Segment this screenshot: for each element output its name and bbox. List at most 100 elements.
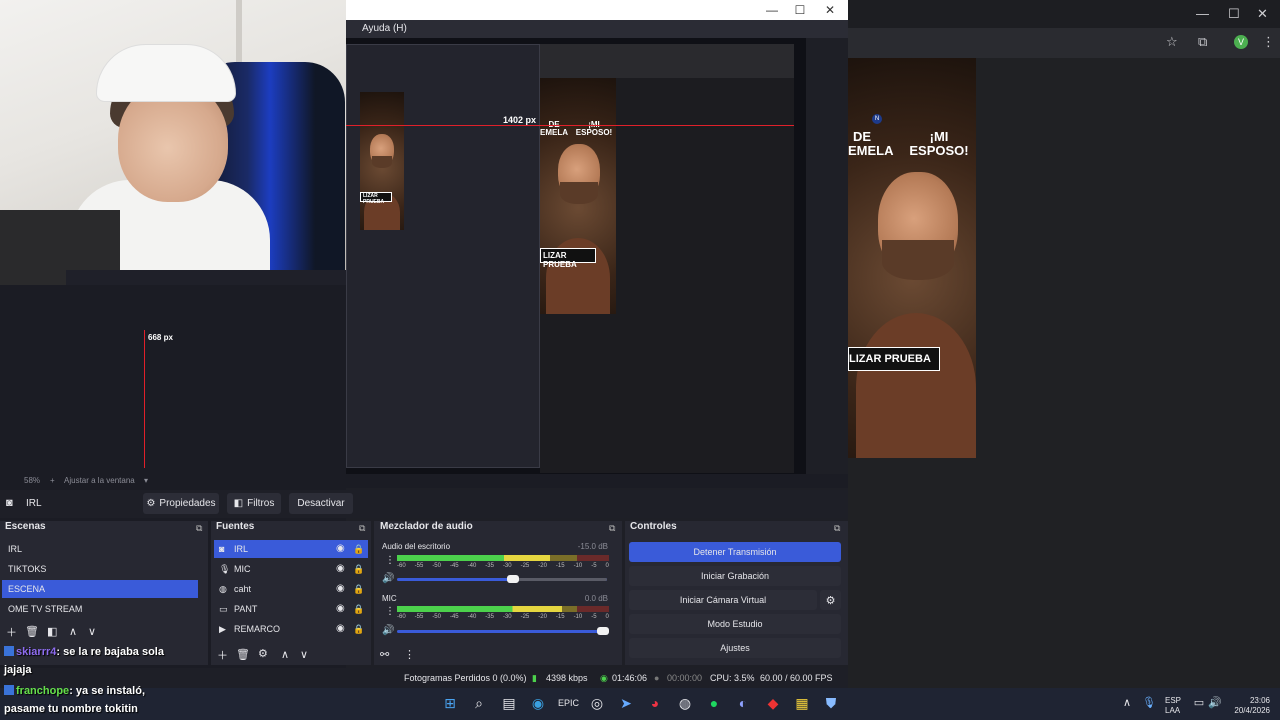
studio-mode-button[interactable]: Modo Estudio	[629, 614, 841, 634]
mixer-menu-icon[interactable]: ⋮	[404, 648, 415, 661]
chrome-icon[interactable]: ◕	[646, 694, 664, 712]
selected-source-name: IRL	[26, 498, 42, 509]
scene-item[interactable]: TIKTOKS	[2, 560, 198, 578]
windows-taskbar	[0, 688, 1280, 720]
edge-icon[interactable]: ◉	[529, 694, 547, 712]
lock-icon[interactable]: 🔒	[353, 580, 364, 598]
volume-tray-icon[interactable]: 🔊	[1206, 694, 1224, 712]
close-button[interactable]: ✕	[822, 2, 838, 18]
chat-badge-icon	[4, 646, 14, 656]
lock-icon[interactable]: 🔒	[353, 560, 364, 578]
scene-item-selected[interactable]: ESCENA	[2, 580, 198, 598]
dock-undock-icon[interactable]: ⧉	[196, 523, 202, 534]
add-scene-icon[interactable]: ＋	[6, 624, 17, 640]
start-menu-icon[interactable]: ⊞	[441, 694, 459, 712]
browser-address-row	[848, 28, 1280, 58]
meter-tick-label: -40	[467, 563, 477, 569]
browser-minimize-icon[interactable]: —	[1196, 6, 1209, 21]
language-indicator[interactable]: ESP LAA	[1165, 696, 1181, 716]
meter-tick-label: -20	[538, 614, 547, 620]
meter-tick-label: -55	[414, 563, 424, 569]
source-item[interactable]: ◍ caht ◉ 🔒	[214, 580, 368, 598]
volume-slider[interactable]	[397, 575, 607, 583]
obs-studio-icon[interactable]: ◍	[676, 694, 694, 712]
filters-button[interactable]: ◧ Filtros	[227, 493, 281, 514]
maximize-button[interactable]: ☐	[792, 2, 808, 18]
clock[interactable]: 23:06 20/4/2026	[1230, 696, 1270, 716]
task-view-icon[interactable]: ▤	[500, 694, 518, 712]
spotify-icon[interactable]: ●	[705, 694, 723, 712]
meter-tick-label: -25	[520, 563, 530, 569]
lock-icon[interactable]: 🔒	[353, 620, 364, 638]
epic-games-icon[interactable]: EPIC	[558, 694, 579, 712]
source-item[interactable]: 🎙 MIC ◉ 🔒	[214, 560, 368, 578]
volume-slider[interactable]	[397, 627, 609, 635]
meter-tick-label: -35	[485, 563, 494, 569]
shield-app-icon[interactable]: ⛊	[822, 694, 840, 712]
channel-menu-icon[interactable]: ⋮	[385, 555, 395, 566]
search-icon[interactable]: ⌕	[470, 694, 488, 712]
menu-help[interactable]: Ayuda (H)	[362, 23, 407, 34]
link-icon[interactable]: ⚯	[380, 648, 389, 661]
lock-icon[interactable]: 🔒	[353, 600, 364, 618]
move-down-icon[interactable]: ∨	[88, 625, 96, 638]
deactivate-button[interactable]: Desactivar	[289, 493, 353, 514]
fit-window-select[interactable]: Ajustar a la ventana	[64, 476, 135, 485]
start-recording-button[interactable]: Iniciar Grabación	[629, 566, 841, 586]
profile-avatar[interactable]: V	[1234, 35, 1248, 49]
browser-close-icon[interactable]: ✕	[1257, 6, 1268, 22]
source-properties-icon[interactable]: ⚙	[258, 647, 268, 660]
chevron-down-icon[interactable]: ▾	[144, 476, 148, 485]
chevron-up-icon[interactable]: ∧	[1118, 694, 1136, 712]
speaker-icon[interactable]: 🔊	[382, 573, 394, 584]
speaker-icon[interactable]: 🔊	[382, 625, 394, 636]
signal-icon: ▮	[532, 673, 537, 683]
gear-icon: ⚙	[825, 594, 836, 607]
zoom-plus-icon[interactable]: +	[50, 476, 55, 485]
obs-icon[interactable]: ◎	[588, 694, 606, 712]
browser-maximize-icon[interactable]: ☐	[1228, 6, 1240, 22]
dock-undock-icon[interactable]: ⧉	[834, 523, 840, 534]
meter-tick-label: -30	[502, 563, 512, 569]
bookmark-star-icon[interactable]: ☆	[1166, 34, 1178, 50]
telegram-icon[interactable]: ➤	[617, 694, 635, 712]
zoom-percent[interactable]: 58%	[24, 476, 40, 485]
scenes-title: Escenas	[5, 521, 46, 532]
source-item-selected[interactable]: ◙ IRL ◉ 🔒	[214, 540, 368, 558]
properties-button[interactable]: ⚙ Propiedades	[143, 493, 219, 514]
mixer-channel-name: MIC	[382, 594, 397, 603]
channel-menu-icon[interactable]: ⋮	[385, 606, 395, 617]
remove-scene-icon[interactable]: 🗑	[25, 625, 39, 638]
dock-undock-icon[interactable]: ⧉	[359, 523, 365, 534]
add-source-icon[interactable]: ＋	[217, 647, 228, 663]
extensions-icon[interactable]: ⧉	[1198, 34, 1207, 50]
minimize-button[interactable]: —	[764, 2, 780, 18]
eye-icon[interactable]: ◉	[336, 600, 345, 618]
scene-item[interactable]: OME TV STREAM	[2, 600, 198, 618]
eye-icon[interactable]: ◉	[336, 540, 345, 558]
virtual-camera-settings-button[interactable]: ⚙	[820, 590, 841, 610]
scene-item[interactable]: IRL	[2, 540, 198, 558]
discord-icon[interactable]: ◐	[734, 694, 752, 712]
browser-page-right	[976, 58, 1280, 720]
stop-stream-button[interactable]: Detener Transmisión	[629, 542, 841, 562]
start-virtual-camera-button[interactable]: Iniciar Cámara Virtual	[629, 590, 817, 610]
lock-icon[interactable]: 🔒	[353, 540, 364, 558]
eye-icon[interactable]: ◉	[336, 620, 345, 638]
scene-filters-icon[interactable]: ◧	[47, 625, 57, 638]
dock-undock-icon[interactable]: ⧉	[609, 523, 615, 534]
eye-icon[interactable]: ◉	[336, 580, 345, 598]
settings-button[interactable]: Ajustes	[629, 638, 841, 658]
eye-icon[interactable]: ◉	[336, 560, 345, 578]
chat-message: skiarrr4: se la re bajaba sola	[4, 646, 164, 658]
move-down-icon[interactable]: ∨	[300, 648, 308, 661]
notepad-icon[interactable]: ▦	[793, 694, 811, 712]
move-up-icon[interactable]: ∧	[69, 625, 77, 638]
browser-menu-icon[interactable]: ⋮	[1262, 34, 1275, 50]
source-item[interactable]: ▶ REMARCO ◉ 🔒	[214, 620, 368, 638]
source-item[interactable]: ▭ PANT ◉ 🔒	[214, 600, 368, 618]
mic-tray-icon[interactable]: 🎙	[1140, 694, 1158, 712]
red-app-icon[interactable]: ◆	[764, 694, 782, 712]
move-up-icon[interactable]: ∧	[281, 648, 289, 661]
remove-source-icon[interactable]: 🗑	[236, 648, 250, 661]
